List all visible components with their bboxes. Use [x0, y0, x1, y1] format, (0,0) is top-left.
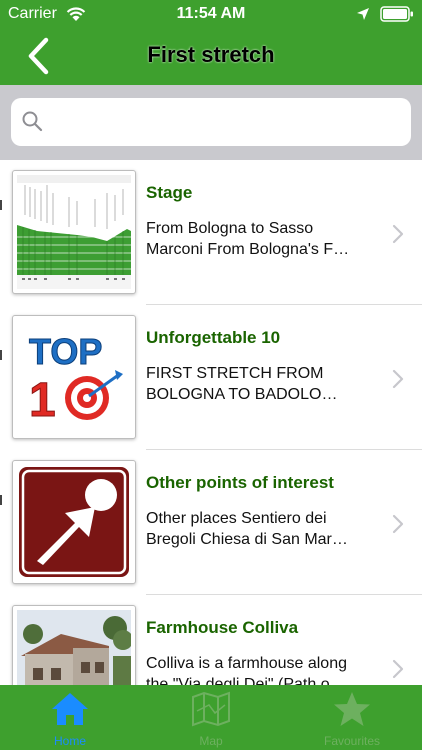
row-title: Farmhouse Colliva [146, 618, 299, 637]
row-description-line: Bregoli Chiesa di San Mar… [146, 531, 348, 548]
row-title: Other points of interest [146, 473, 334, 492]
row-description: From Bologna to Sasso Marconi From Bolog… [146, 218, 384, 260]
tab-label: Favourites [323, 734, 381, 748]
row-description-line: Other places Sentiero dei [146, 510, 327, 527]
status-bar: Carrier 11:54 AM [0, 0, 422, 28]
chevron-right-icon [392, 659, 404, 684]
map-icon [191, 691, 231, 732]
tab-favourites[interactable]: Favourites [282, 685, 422, 750]
home-icon [50, 691, 90, 732]
tab-bar: Home Map Favourites [0, 685, 422, 750]
tab-home[interactable]: Home [0, 685, 140, 750]
row-description: Colliva is a farmhouse along the "Via de… [146, 653, 384, 685]
tab-map[interactable]: Map [141, 685, 281, 750]
elevation-profile-thumbnail [12, 170, 136, 294]
row-description-line: Colliva is a farmhouse along [146, 655, 347, 672]
logo-text-top: TOP [29, 331, 102, 372]
chevron-right-icon [392, 369, 404, 394]
search-bar [0, 85, 422, 160]
row-description-line: the "Via degli Dei" (Path o… [146, 676, 346, 685]
tab-label: Home [53, 734, 86, 748]
row-description-line: Marconi From Bologna's F… [146, 241, 350, 258]
list-item-unforgettable-10[interactable]: TOP 1 Unforgettable 10 FIRST STRETCH FRO… [0, 305, 422, 450]
row-description: Other places Sentiero dei Bregoli Chiesa… [146, 508, 384, 550]
top-10-thumbnail: TOP 1 [12, 315, 136, 439]
poi-list: Stage From Bologna to Sasso Marconi From… [0, 160, 422, 685]
logo-text-number: 1 [29, 374, 56, 427]
chevron-right-icon [392, 514, 404, 539]
location-arrow-icon [356, 7, 370, 26]
row-description-line: FIRST STRETCH FROM [146, 365, 324, 382]
battery-icon [380, 6, 414, 27]
star-icon [332, 691, 372, 732]
point-of-interest-sign-thumbnail [12, 460, 136, 584]
farmhouse-photo-thumbnail [12, 605, 136, 685]
list-item-stage[interactable]: Stage From Bologna to Sasso Marconi From… [0, 160, 422, 305]
list-item-farmhouse-colliva[interactable]: Farmhouse Colliva Colliva is a farmhouse… [0, 595, 422, 685]
search-icon [21, 110, 43, 137]
row-description-line: From Bologna to Sasso [146, 220, 314, 237]
search-input[interactable] [53, 104, 403, 142]
row-title: Unforgettable 10 [146, 328, 281, 347]
row-title: Stage [146, 183, 193, 202]
page-title: First stretch [147, 42, 275, 67]
tab-label: Map [199, 734, 223, 748]
row-description-line: BOLOGNA TO BADOLO… [146, 386, 338, 403]
list-item-other-points-of-interest[interactable]: Other points of interest Other places Se… [0, 450, 422, 595]
navigation-bar: First stretch [0, 28, 422, 85]
chevron-right-icon [392, 224, 404, 249]
row-description: FIRST STRETCH FROM BOLOGNA TO BADOLO… [146, 363, 384, 405]
search-field[interactable] [11, 98, 411, 146]
